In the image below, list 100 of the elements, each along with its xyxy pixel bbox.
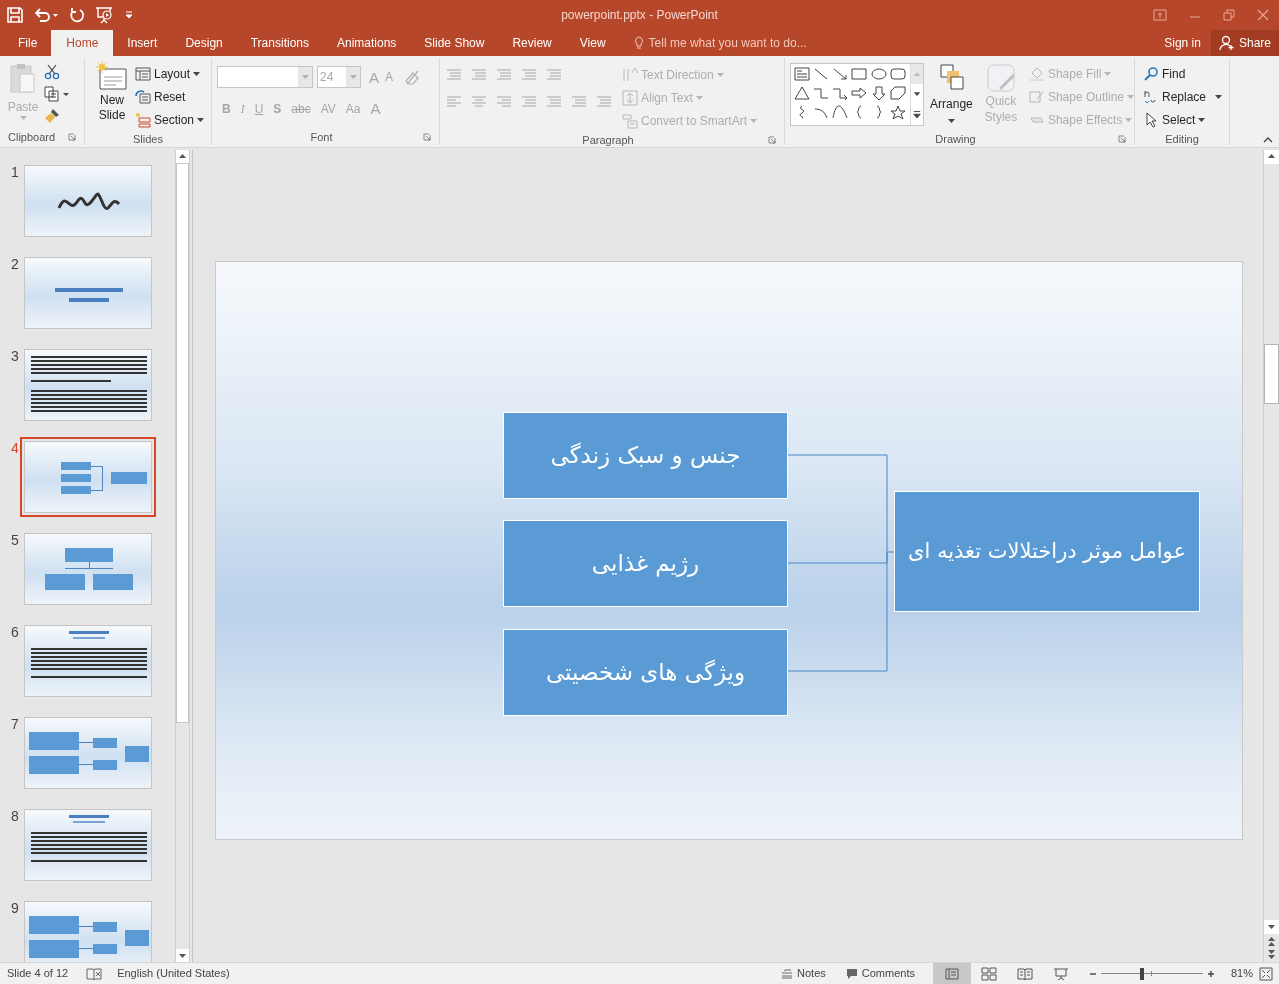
scroll-down-icon [1264, 920, 1279, 934]
scroll-down-icon [176, 949, 189, 962]
collapse-ribbon-icon[interactable] [1263, 137, 1273, 143]
dialog-launcher-icon[interactable] [1118, 135, 1126, 143]
shape-outline-icon [1028, 89, 1045, 105]
lightbulb-icon [633, 36, 644, 50]
replace-button[interactable]: Replace [1143, 86, 1229, 108]
ribbon-tab[interactable]: Review [498, 30, 566, 56]
section-button[interactable]: Section [135, 109, 205, 131]
layout-button[interactable]: Layout [135, 63, 205, 85]
zoom-slider[interactable] [1100, 967, 1203, 980]
dialog-launcher-icon[interactable] [68, 133, 76, 141]
notes-button[interactable]: Notes [781, 965, 826, 982]
zoom-level[interactable]: 81% [1230, 965, 1253, 982]
new-slide-icon [96, 61, 128, 93]
ribbon-tab[interactable]: View [565, 30, 620, 56]
close-icon[interactable] [1257, 9, 1269, 21]
customize-caret-icon[interactable] [125, 11, 133, 19]
caret-icon [1215, 95, 1223, 99]
quick-styles-icon [985, 63, 1016, 93]
person-add-icon [1218, 35, 1235, 51]
find-button[interactable]: Find [1143, 63, 1229, 85]
slide-thumbnail[interactable] [20, 437, 156, 517]
slide-number: 7 [10, 715, 20, 734]
scrollbar-thumb[interactable] [1264, 344, 1279, 404]
scrollbar[interactable] [1263, 150, 1279, 962]
reading-view-icon[interactable] [1016, 966, 1033, 981]
undo-icon[interactable] [33, 7, 59, 23]
zoom-slider-thumb[interactable] [1140, 967, 1145, 980]
elbow-arrow-icon[interactable] [832, 86, 849, 100]
save-icon[interactable] [7, 7, 23, 23]
tell-me-field[interactable]: Tell me what you want to do... [633, 30, 807, 56]
shapes-gallery[interactable] [790, 63, 924, 126]
down-arrow-icon[interactable] [870, 86, 887, 100]
format-painter-icon[interactable] [44, 108, 60, 124]
dialog-launcher-icon[interactable] [423, 133, 431, 141]
language-label[interactable]: English (United States) [117, 965, 230, 982]
diagram-box: جنس و سبک زندگی [503, 412, 788, 499]
ribbon-tab[interactable]: Transitions [236, 30, 323, 56]
fit-to-window-icon[interactable] [1259, 966, 1273, 981]
restore-icon[interactable] [1223, 9, 1235, 21]
cut-icon[interactable] [44, 64, 60, 80]
slide-number: 1 [10, 163, 20, 182]
ribbon-tab[interactable]: File [4, 30, 52, 56]
slide-number: 2 [10, 255, 20, 274]
slide-sorter-icon[interactable] [980, 966, 997, 981]
comments-button[interactable]: Comments [845, 965, 915, 982]
font-name-field[interactable] [217, 66, 313, 88]
group-label: Font [310, 129, 333, 145]
arrange-button[interactable]: Arrange [929, 63, 973, 131]
group-label: Clipboard [8, 129, 56, 145]
curve-icon[interactable] [832, 105, 849, 119]
spell-check-icon[interactable] [86, 966, 103, 981]
text-box-icon[interactable] [794, 67, 810, 81]
slide-number: 4 [10, 439, 20, 458]
window-title: powerpoint.pptx - PowerPoint [561, 7, 718, 24]
slide-number: 6 [10, 623, 20, 642]
slide-number: 5 [10, 531, 20, 550]
presentation-icon[interactable] [95, 6, 115, 24]
caret-icon [947, 119, 955, 123]
freeform-shape-icon[interactable] [889, 86, 906, 100]
ribbon-tab[interactable]: Animations [323, 30, 411, 56]
share-button[interactable]: Share [1210, 30, 1279, 56]
arrange-icon [937, 63, 966, 93]
ribbon-tab[interactable]: Home [51, 30, 114, 56]
ribbon-tab[interactable]: Insert [113, 30, 172, 56]
slide-number: 8 [10, 807, 20, 826]
ribbon-tab[interactable]: Design [171, 30, 237, 56]
caret-icon [301, 75, 309, 79]
rectangle-icon[interactable] [851, 67, 868, 81]
scroll-up-icon [1264, 150, 1279, 164]
redo-icon[interactable] [69, 7, 85, 23]
dialog-launcher-icon[interactable] [768, 136, 776, 144]
caret-icon [695, 96, 703, 100]
align-text-icon [622, 90, 638, 106]
scrollbar[interactable] [175, 150, 190, 962]
ribbon-tab[interactable]: Slide Show [410, 30, 499, 56]
slide-number: 3 [10, 347, 20, 366]
reset-button[interactable]: Reset [135, 86, 205, 108]
copy-icon[interactable] [44, 86, 70, 102]
caret-icon [750, 119, 758, 123]
sign-in-link[interactable]: Sign in [1154, 30, 1211, 56]
caret-icon [1198, 118, 1206, 122]
star-icon[interactable] [889, 105, 906, 119]
select-button[interactable]: Select [1143, 109, 1229, 131]
right-arrow-icon[interactable] [851, 86, 868, 100]
arc-icon[interactable] [813, 105, 830, 119]
arrow-icon[interactable] [832, 67, 849, 81]
caret-icon [349, 75, 357, 79]
zoom-in-icon[interactable] [1206, 969, 1215, 978]
triangle-icon[interactable] [794, 86, 810, 100]
normal-view-button[interactable] [932, 962, 971, 984]
slide-counter: Slide 4 of 12 [6, 966, 69, 982]
caret-icon [19, 116, 27, 120]
new-slide-button[interactable]: New Slide [91, 61, 133, 131]
line-icon[interactable] [813, 67, 830, 81]
caret-icon [1104, 72, 1112, 76]
scrollbar-thumb[interactable] [176, 163, 189, 723]
ribbon-display-icon[interactable] [1153, 9, 1167, 21]
slide-show-icon[interactable] [1052, 966, 1069, 981]
